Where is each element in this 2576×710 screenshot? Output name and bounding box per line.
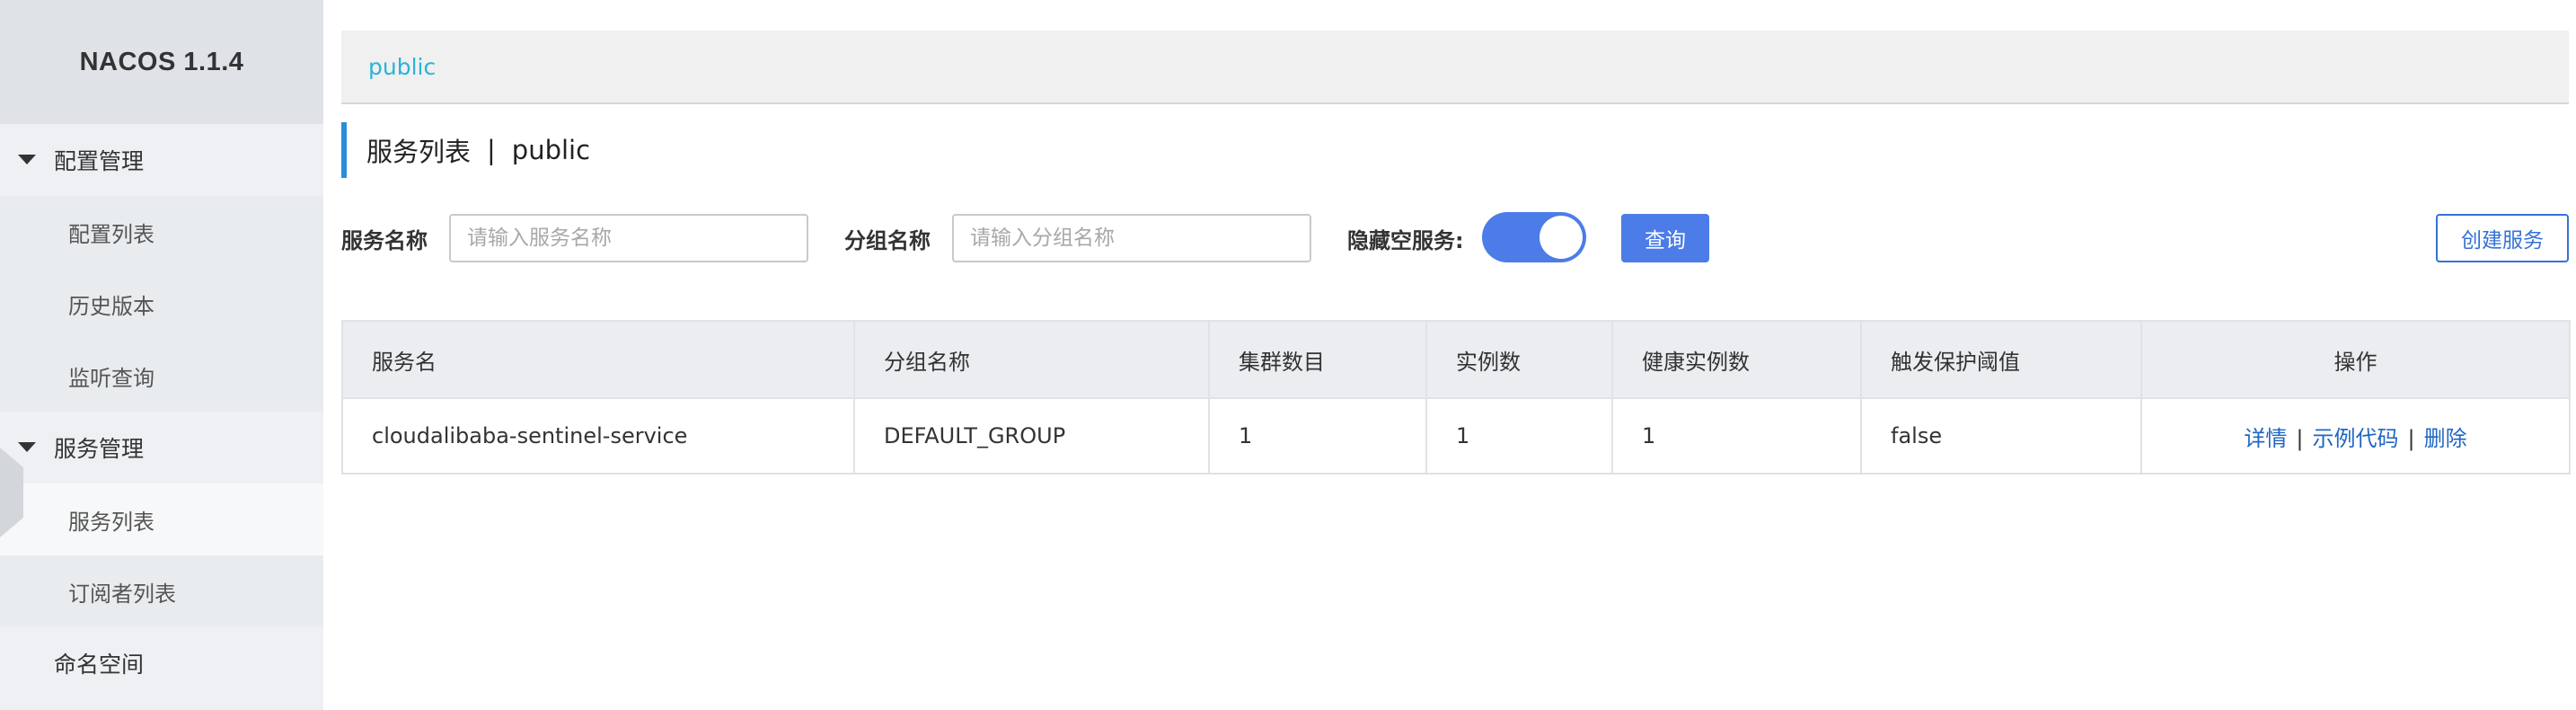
sample-code-link[interactable]: 示例代码	[2313, 426, 2399, 451]
sidebar-item-subscriber-list[interactable]: 订阅者列表	[0, 555, 323, 627]
delete-link[interactable]: 删除	[2424, 426, 2467, 451]
menu-group-label: 配置管理	[54, 148, 145, 174]
cell-healthy-count: 1	[1611, 397, 1862, 475]
column-header-protect-threshold: 触发保护阈值	[1860, 320, 2142, 399]
service-name-input[interactable]	[449, 214, 808, 262]
column-header-instance-count: 实例数	[1425, 320, 1613, 399]
column-header-service-name: 服务名	[341, 320, 855, 399]
cell-service-name: cloudalibaba-sentinel-service	[341, 397, 855, 475]
breadcrumb: public	[341, 31, 2569, 104]
cell-cluster-count: 1	[1208, 397, 1427, 475]
create-service-button[interactable]: 创建服务	[2436, 214, 2569, 262]
toggle-knob	[1539, 216, 1583, 259]
page-title: 服务列表 | public	[341, 122, 590, 178]
menu-group-service[interactable]: 服务管理	[0, 412, 323, 484]
sidebar-item-history[interactable]: 历史版本	[0, 268, 323, 340]
sidebar-item-label: 订阅者列表	[68, 581, 176, 607]
main-content: public 服务列表 | public 服务名称 分组名称 隐藏空服务: 查询…	[341, 0, 2576, 710]
cell-actions: 详情 | 示例代码 | 删除	[2140, 397, 2571, 475]
sidebar-item-service-list[interactable]: 服务列表	[0, 484, 323, 555]
brand-logo: NACOS 1.1.4	[0, 0, 323, 124]
hide-empty-label: 隐藏空服务:	[1347, 227, 1464, 253]
detail-link[interactable]: 详情	[2244, 426, 2287, 451]
sidebar-item-label: 命名空间	[54, 652, 145, 678]
submenu-config: 配置列表 历史版本 监听查询	[0, 196, 323, 412]
submenu-service: 服务列表 订阅者列表	[0, 484, 323, 627]
cell-instance-count: 1	[1425, 397, 1613, 475]
table-row: cloudalibaba-sentinel-service DEFAULT_GR…	[341, 397, 2571, 475]
page-title-separator: |	[487, 135, 496, 165]
action-separator: |	[2296, 425, 2304, 451]
column-header-cluster-count: 集群数目	[1208, 320, 1427, 399]
sidebar: NACOS 1.1.4 配置管理 配置列表 历史版本 监听查询 服务管理 服务列…	[0, 0, 323, 710]
menu-group-label: 服务管理	[54, 436, 145, 462]
page-title-text: 服务列表	[366, 137, 472, 167]
hide-empty-toggle[interactable]	[1482, 212, 1586, 262]
action-separator: |	[2407, 425, 2415, 451]
breadcrumb-namespace-link[interactable]: public	[368, 54, 436, 80]
column-header-group-name: 分组名称	[853, 320, 1210, 399]
service-table: 服务名 分组名称 集群数目 实例数 健康实例数 触发保护阈值 操作 clouda…	[341, 320, 2571, 475]
group-name-label: 分组名称	[844, 227, 931, 253]
caret-down-icon	[18, 442, 36, 452]
service-name-label: 服务名称	[341, 227, 428, 253]
sidebar-item-config-list[interactable]: 配置列表	[0, 196, 323, 268]
menu-group-config[interactable]: 配置管理	[0, 124, 323, 196]
sidebar-item-namespace[interactable]: 命名空间	[0, 627, 323, 699]
sidebar-item-label: 历史版本	[68, 293, 154, 319]
caret-down-icon	[18, 155, 36, 164]
column-header-actions: 操作	[2140, 320, 2571, 399]
sidebar-item-label: 配置列表	[68, 221, 154, 247]
sidebar-item-label: 服务列表	[68, 509, 154, 535]
sidebar-item-label: 监听查询	[68, 365, 154, 391]
query-button[interactable]: 查询	[1621, 214, 1709, 262]
group-name-input[interactable]	[952, 214, 1311, 262]
cell-group-name: DEFAULT_GROUP	[853, 397, 1210, 475]
table-header-row: 服务名 分组名称 集群数目 实例数 健康实例数 触发保护阈值 操作	[341, 320, 2571, 399]
filter-bar: 服务名称 分组名称 隐藏空服务: 查询 创建服务	[341, 212, 2569, 264]
column-header-healthy-count: 健康实例数	[1611, 320, 1862, 399]
sidebar-item-listener-query[interactable]: 监听查询	[0, 340, 323, 412]
page-title-namespace: public	[511, 135, 591, 165]
cell-protect-threshold: false	[1860, 397, 2142, 475]
